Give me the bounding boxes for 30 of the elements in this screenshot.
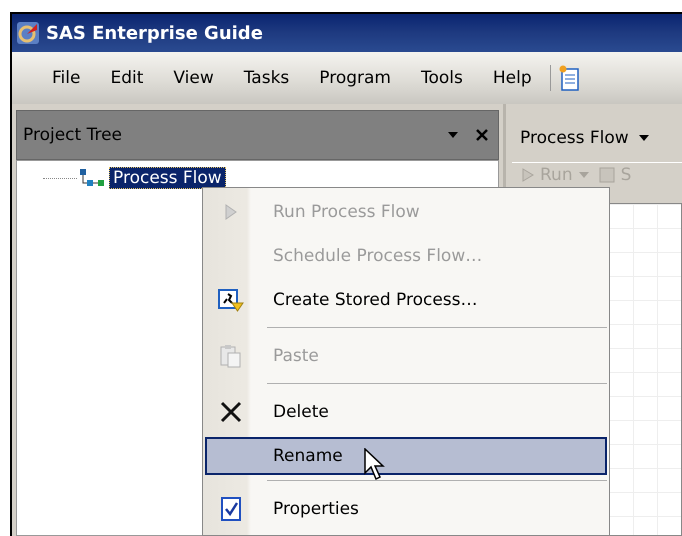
stop-icon <box>598 167 615 183</box>
flow-icon <box>79 168 107 188</box>
new-document-icon[interactable] <box>558 65 579 91</box>
runner-document-icon <box>218 287 244 313</box>
menu-item[interactable]: Tools <box>409 64 475 92</box>
play-icon <box>225 204 237 220</box>
play-icon <box>522 168 534 182</box>
menu-item[interactable]: Program <box>307 64 403 92</box>
mouse-cursor-icon <box>364 448 388 482</box>
menu-item[interactable]: Tasks <box>232 64 302 92</box>
app-logo-icon <box>16 21 40 45</box>
tree-item[interactable]: Process Flow <box>109 167 226 189</box>
close-icon[interactable] <box>476 129 488 141</box>
delete-icon <box>220 401 242 423</box>
menu-item[interactable]: Rename <box>205 437 607 475</box>
process-flow-tab[interactable]: Process Flow <box>512 118 657 162</box>
menu-item[interactable]: Help <box>480 64 544 92</box>
menu-item[interactable]: Create Stored Process… <box>205 278 607 322</box>
menu-item[interactable]: File <box>40 64 92 92</box>
dropdown-icon[interactable] <box>448 132 458 138</box>
pane-title: Project Tree <box>23 125 123 145</box>
menu-item[interactable]: View <box>161 64 226 92</box>
menu-item[interactable]: Edit <box>98 64 156 92</box>
dropdown-icon <box>638 135 649 141</box>
clipboard-icon <box>220 344 242 368</box>
menu-item[interactable]: Delete <box>205 390 607 434</box>
menu-item[interactable]: Properties <box>205 487 607 531</box>
checked-document-icon <box>221 497 241 521</box>
dropdown-icon <box>578 172 589 178</box>
window-title: SAS Enterprise Guide <box>46 22 263 44</box>
